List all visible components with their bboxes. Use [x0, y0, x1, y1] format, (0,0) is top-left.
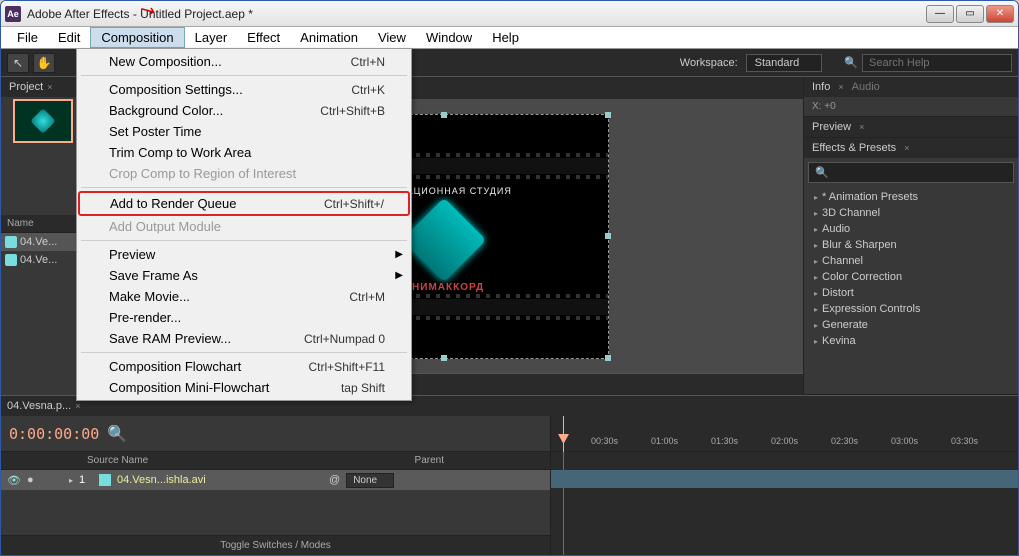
menu-item[interactable]: Set Poster Time — [79, 121, 409, 142]
ruler-mark: 02:30s — [831, 436, 858, 446]
toggle-switches-button[interactable]: Toggle Switches / Modes — [1, 535, 550, 555]
window-title: Adobe After Effects - Untitled Project.a… — [27, 7, 926, 21]
timeline-tab[interactable]: 04.Vesna.p... — [7, 400, 71, 412]
menu-item[interactable]: Background Color...Ctrl+Shift+B — [79, 100, 409, 121]
menu-help[interactable]: Help — [482, 28, 529, 47]
parent-header: Parent — [415, 455, 444, 466]
project-item[interactable]: 04.Ve... — [1, 233, 84, 251]
effects-category[interactable]: Audio — [804, 221, 1018, 237]
menu-layer[interactable]: Layer — [185, 28, 238, 47]
menu-item[interactable]: New Composition...Ctrl+N — [79, 51, 409, 72]
search-icon[interactable]: 🔍 — [107, 424, 127, 444]
effects-category[interactable]: 3D Channel — [804, 205, 1018, 221]
maximize-button[interactable]: ▭ — [956, 5, 984, 23]
menu-item[interactable]: Save Frame As▶ — [79, 265, 409, 286]
ruler-mark: 03:00s — [891, 436, 918, 446]
effects-presets-tab[interactable]: Effects & Presets — [812, 142, 896, 154]
pickwhip-icon[interactable]: @ — [329, 474, 340, 486]
workspace-label: Workspace: — [680, 57, 738, 69]
transform-handle[interactable] — [441, 355, 447, 361]
project-item[interactable]: 04.Ve... — [1, 251, 84, 269]
project-panel: Project × Name 04.Ve... 04.Ve... — [1, 77, 85, 395]
menu-window[interactable]: Window — [416, 28, 482, 47]
info-tab[interactable]: Info — [812, 81, 830, 93]
time-ruler[interactable]: 00:30s 01:00s 01:30s 02:00s 02:30s 03:00s 03:3… — [551, 416, 1018, 452]
ruler-mark: 02:00s — [771, 436, 798, 446]
canvas-text-2: АНИМАККОРД — [404, 282, 484, 293]
project-tab[interactable]: Project — [9, 81, 43, 93]
ruler-mark: 00:30s — [591, 436, 618, 446]
timecode[interactable]: 0:00:00:00 — [9, 425, 99, 443]
solo-toggle[interactable]: ● — [27, 474, 37, 486]
menu-item[interactable]: Add to Render QueueCtrl+Shift+/ — [78, 191, 410, 216]
comp-icon — [5, 236, 17, 248]
menu-item[interactable]: Composition FlowchartCtrl+Shift+F11 — [79, 356, 409, 377]
effects-category[interactable]: Kevina — [804, 333, 1018, 349]
effects-category[interactable]: Color Correction — [804, 269, 1018, 285]
composition-menu-dropdown: New Composition...Ctrl+N Composition Sett… — [76, 48, 412, 401]
search-icon: 🔍 — [844, 56, 858, 69]
hand-tool-icon[interactable]: ✋ — [33, 53, 55, 73]
menubar: FileEditCompositionLayerEffectAnimationV… — [1, 27, 1018, 49]
info-body: X: +0 — [804, 97, 1018, 116]
menu-item[interactable]: Save RAM Preview...Ctrl+Numpad 0 — [79, 328, 409, 349]
layer-bar[interactable] — [551, 470, 1018, 488]
layer-name[interactable]: 04.Vesn...ishla.avi — [117, 474, 257, 486]
effects-category[interactable]: Blur & Sharpen — [804, 237, 1018, 253]
search-help-input[interactable] — [862, 54, 1012, 72]
footage-icon — [99, 474, 111, 486]
menu-edit[interactable]: Edit — [48, 28, 90, 47]
parent-dropdown[interactable]: None — [346, 473, 394, 488]
close-button[interactable]: ✕ — [986, 5, 1014, 23]
visibility-toggle-icon[interactable]: 👁 — [7, 474, 21, 487]
effects-category[interactable]: Expression Controls — [804, 301, 1018, 317]
source-name-header: Source Name — [87, 455, 148, 466]
transform-handle[interactable] — [605, 355, 611, 361]
layer-index: 1 — [79, 474, 93, 486]
comp-thumbnail[interactable] — [13, 99, 73, 143]
effects-category[interactable]: Distort — [804, 285, 1018, 301]
effects-category[interactable]: Channel — [804, 253, 1018, 269]
name-column-header: Name — [7, 218, 34, 229]
menu-item[interactable]: Preview▶ — [79, 244, 409, 265]
minimize-button[interactable]: — — [926, 5, 954, 23]
menu-item: Crop Comp to Region of Interest — [79, 163, 409, 184]
audio-tab[interactable]: Audio — [852, 81, 880, 93]
menu-effect[interactable]: Effect — [237, 28, 290, 47]
timeline-layer[interactable]: 👁 ● ▸ 1 04.Vesn...ishla.avi @ None — [1, 470, 550, 490]
transform-handle[interactable] — [605, 233, 611, 239]
titlebar: Ae Adobe After Effects - Untitled Projec… — [1, 1, 1018, 27]
effects-category[interactable]: Generate — [804, 317, 1018, 333]
ruler-mark: 01:30s — [711, 436, 738, 446]
menu-item[interactable]: Pre-render... — [79, 307, 409, 328]
menu-item[interactable]: Make Movie...Ctrl+M — [79, 286, 409, 307]
menu-view[interactable]: View — [368, 28, 416, 47]
twirl-icon[interactable]: ▸ — [69, 476, 73, 485]
menu-item[interactable]: Composition Settings...Ctrl+K — [79, 79, 409, 100]
right-panels: Info×Audio X: +0 Preview× Effects & Pres… — [803, 77, 1018, 395]
menu-animation[interactable]: Animation — [290, 28, 368, 47]
menu-file[interactable]: File — [7, 28, 48, 47]
transform-handle[interactable] — [441, 112, 447, 118]
transform-handle[interactable] — [605, 112, 611, 118]
cti-line — [563, 452, 564, 555]
preview-tab[interactable]: Preview — [812, 121, 851, 133]
effects-search-input[interactable]: 🔍 — [808, 162, 1014, 183]
selection-tool-icon[interactable]: ↖ — [7, 53, 29, 73]
menu-item[interactable]: Trim Comp to Work Area — [79, 142, 409, 163]
app-icon: Ae — [5, 6, 21, 22]
ruler-mark: 01:00s — [651, 436, 678, 446]
ruler-mark: 03:30s — [951, 436, 978, 446]
search-icon: 🔍 — [815, 166, 829, 179]
footage-icon — [5, 254, 17, 266]
effects-category[interactable]: * Animation Presets — [804, 189, 1018, 205]
timeline-tracks[interactable]: 00:30s 01:00s 01:30s 02:00s 02:30s 03:00s 03:3… — [551, 416, 1018, 555]
menu-item[interactable]: Composition Mini-Flowcharttap Shift — [79, 377, 409, 398]
workspace-dropdown[interactable]: Standard — [746, 54, 823, 72]
close-icon[interactable]: × — [47, 82, 52, 92]
menu-composition[interactable]: Composition — [90, 27, 184, 48]
menu-item: Add Output Module — [79, 216, 409, 237]
canvas-logo — [409, 204, 479, 274]
timeline-panel: 04.Vesna.p...× 0:00:00:00 🔍 Source Name … — [1, 395, 1018, 555]
